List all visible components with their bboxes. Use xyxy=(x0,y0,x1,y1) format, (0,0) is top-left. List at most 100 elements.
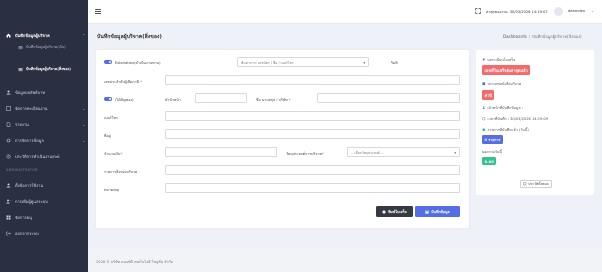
receipt-info-card: ผลระเบียนใบเสร็จ เลขที่ใบเสร็จยังล่าสุดแ… xyxy=(476,50,594,195)
sidebar-item-label: การจัดการข้อมูล xyxy=(15,138,44,143)
person-icon xyxy=(6,90,11,95)
staff-row: เจ้าหน้าที่บันทึกข้อมูล : xyxy=(482,105,523,111)
record-time-row: เวลาที่บันทึก : 30/03/2026 14:19:09 xyxy=(482,116,548,122)
list-icon xyxy=(18,46,23,50)
avatar[interactable] xyxy=(554,7,563,16)
sidebar-item-donor-record[interactable]: บันทึกข้อมูลผู้บริจาค ⌃ xyxy=(6,32,85,39)
fullscreen-icon[interactable] xyxy=(475,8,481,14)
user-icon xyxy=(482,106,486,110)
sidebar-item-label: บันทึกข้อมูลผู้บริจาค xyxy=(15,33,50,38)
purpose-selected-value: -- เลือกวัตถุประสงค์ -- xyxy=(351,150,384,155)
address-input[interactable] xyxy=(165,129,460,139)
logout-icon xyxy=(6,231,11,236)
purpose-select[interactable]: -- เลือกวัตถุประสงค์ -- ▾ xyxy=(347,147,460,157)
book-icon xyxy=(482,82,486,86)
amount-today-badge: 0.00 xyxy=(482,157,497,165)
breadcrumb-current: บันทึกข้อมูลผู้บริจาค(สิ่งของ) xyxy=(532,34,582,39)
tax-id-input[interactable] xyxy=(165,75,460,85)
estonation-toggle-label: Estonation(ดำเนินงานทาน) xyxy=(115,61,161,65)
sidebar-item-label: การเพิ่มผู้ดูแลระบบ xyxy=(15,199,48,204)
sidebar: บันทึกข้อมูลผู้บริจาค ⌃ บันทึกข้อมูลผู้บ… xyxy=(0,0,88,272)
sidebar-item-add-admin[interactable]: การเพิ่มผู้ดูแลระบบ xyxy=(6,198,48,205)
print-receipt-label: พิมพ์ใบเสร็จ xyxy=(388,209,407,214)
phone-input[interactable] xyxy=(165,111,460,121)
sidebar-item-label: ข้อมูลผลลัพธ์บาท xyxy=(15,90,45,95)
chevron-down-icon: ⌄ xyxy=(82,122,86,127)
sidebar-item-reports[interactable]: รายงาน ⌄ xyxy=(6,121,85,128)
sidebar-section-heading: ADMINISTRATOR xyxy=(6,168,38,172)
sidebar-subitem-goods[interactable]: บันทึกข้อมูลผู้บริจาค(สิ่งของ) xyxy=(18,67,82,72)
fullname-input[interactable] xyxy=(317,93,460,103)
donated-items-input[interactable] xyxy=(165,165,460,175)
history-icon xyxy=(6,154,11,159)
save-button[interactable]: บันทึกข้อมูล xyxy=(415,206,460,217)
username[interactable]: dearnden xyxy=(568,9,585,13)
prefix-input[interactable] xyxy=(195,93,247,103)
sidebar-subitem-label: บันทึกข้อมูลผู้บริจาค(สิ่งของ) xyxy=(26,67,71,71)
printer-icon xyxy=(382,209,386,214)
page-title: บันทึกข้อมูลผู้บริจาค(สิ่งของ) xyxy=(97,34,162,40)
user-plus-icon xyxy=(6,199,11,204)
amount-today-label: ยอดรวมวันนี้ xyxy=(482,150,502,154)
chevron-down-icon: ⌄ xyxy=(82,106,86,111)
breadcrumb: Dashboards / บันทึกข้อมูลผู้บริจาค(สิ่งของ… xyxy=(503,34,582,39)
sidebar-item-logout[interactable]: ออกจากระบบ xyxy=(6,230,39,237)
settings-icon xyxy=(6,138,11,143)
chevron-down-icon: ⌄ xyxy=(82,138,86,143)
history-button[interactable]: ประวัติทั้งหมด xyxy=(520,180,552,188)
receipt-status-badge: เลขที่ใบเสร็จยังล่าสุดแล้ว xyxy=(482,65,531,75)
prefix-label: คำนำหน้า xyxy=(165,98,181,102)
book-type-badge: ค่าปี xyxy=(482,90,495,100)
sidebar-item-label: จัดการทะเบียนงาน xyxy=(15,106,48,111)
location-icon xyxy=(482,58,485,61)
user-icon xyxy=(6,183,11,188)
total-count-badge: 0 รายการ xyxy=(482,135,503,144)
quantity-input[interactable] xyxy=(165,147,277,157)
breadcrumb-root[interactable]: Dashboards xyxy=(503,34,527,39)
estonation-toggle[interactable] xyxy=(104,60,112,64)
chevron-down-icon[interactable]: ⌄ xyxy=(591,9,594,13)
note-input[interactable] xyxy=(165,183,460,193)
history-button-label: ประวัติทั้งหมด xyxy=(528,181,549,186)
fullname-label: ชื่อ นามสกุล / บริษัท * xyxy=(256,98,291,102)
sidebar-subitem-cash[interactable]: บันทึกข้อมูลผู้บริจาค(เงิน) xyxy=(18,45,82,50)
donor-search-select[interactable]: ค้นหาจาก: เลขบัตร / ชื่อ / เบอร์โทร ▾ xyxy=(237,57,369,67)
note-label: หมายเหตุ xyxy=(104,188,119,192)
book-type-header: ประเภทหนังสือบริจาค xyxy=(482,81,521,87)
grid-icon xyxy=(6,215,11,220)
print-receipt-button[interactable]: พิมพ์ใบเสร็จ xyxy=(376,206,413,217)
list-icon xyxy=(18,68,23,72)
chevron-down-icon: ▾ xyxy=(454,150,456,155)
check-circle-icon xyxy=(482,128,486,132)
tax-id-label: เลขประจำตัวผู้เสียภาษี * xyxy=(104,80,142,84)
address-label: ที่อยู่ xyxy=(104,134,111,138)
save-icon xyxy=(425,209,429,214)
history-icon xyxy=(523,182,527,186)
sidebar-item-usage-settings[interactable]: ตั้งข้อการใช้งาน xyxy=(6,182,43,189)
sidebar-item-manage-menu[interactable]: จัดการผนุ xyxy=(6,214,32,221)
sidebar-subitem-label: บันทึกข้อมูลผู้บริจาค(เงิน) xyxy=(26,45,66,49)
phone-label: เบอร์โทร xyxy=(104,116,118,120)
home-icon xyxy=(6,33,11,38)
menu-toggle-icon[interactable] xyxy=(95,9,101,14)
sidebar-item-results[interactable]: ข้อมูลผลลัพธ์บาท xyxy=(6,89,45,96)
nationality-toggle[interactable] xyxy=(104,97,112,101)
topbar: ล่าสุดของงาน: 30/03/2026 14:19:07 dearnd… xyxy=(88,0,602,24)
purpose-label: วัตถุประสงค์การบริจาค* xyxy=(286,152,324,156)
file-icon xyxy=(6,122,11,127)
sidebar-item-manage[interactable]: จัดการทะเบียนงาน ⌄ xyxy=(6,105,85,112)
save-label: บันทึกข้อมูล xyxy=(431,209,450,214)
reference-label: ริมทิ xyxy=(391,61,398,65)
list-icon xyxy=(6,106,11,111)
donated-items-label: รายการสิ่งของบริจาค xyxy=(104,170,138,174)
sidebar-item-history[interactable]: ประวัติการทำเนินงานสงฆ์ xyxy=(6,153,60,160)
quantity-label: จำนวนเงิน* xyxy=(104,152,123,156)
donor-search-placeholder: ค้นหาจาก: เลขบัตร / ชื่อ / เบอร์โทร xyxy=(241,60,294,65)
sidebar-item-data-management[interactable]: การจัดการข้อมูล ⌄ xyxy=(6,137,85,144)
sidebar-item-label: จัดการผนุ xyxy=(15,215,32,220)
sidebar-item-label: ประวัติการทำเนินงานสงฆ์ xyxy=(15,154,60,159)
footer-text: 2026 © บริษัท ดอนท์ดี เทคโนโลยี โซลูชั่น… xyxy=(96,260,173,264)
receipt-header: ผลระเบียนใบเสร็จ xyxy=(482,57,515,63)
sidebar-item-label: ออกจากระบบ xyxy=(15,231,39,236)
nationality-toggle-label: (ได้สัญชอง) xyxy=(115,98,134,102)
